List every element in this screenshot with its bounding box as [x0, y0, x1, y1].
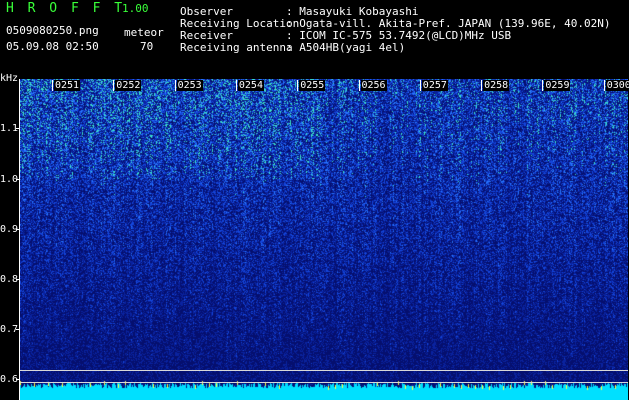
- frequency-tick: [16, 379, 20, 380]
- time-tick: [481, 80, 483, 91]
- time-tick: [297, 80, 299, 91]
- app-version: 1.00: [122, 2, 149, 15]
- time-label: 0255: [299, 80, 326, 91]
- time-tick: [52, 80, 53, 91]
- frequency-tick: [16, 329, 20, 330]
- time-tick: [603, 80, 605, 91]
- detection-label: meteor: [124, 26, 164, 39]
- spectrogram-canvas[interactable]: [20, 79, 628, 400]
- time-label: 0251: [54, 80, 81, 91]
- info-antenna-label: Receiving antenna: [180, 41, 293, 54]
- time-label: 0300: [605, 80, 629, 91]
- reference-line-lower: [20, 382, 628, 383]
- time-label: 0257: [421, 80, 448, 91]
- info-antenna-value: : A504HB(yagi 4el): [286, 41, 406, 54]
- time-tick: [235, 80, 237, 91]
- time-label: 0259: [544, 80, 571, 91]
- spectrogram-area[interactable]: [20, 79, 628, 400]
- time-tick: [113, 80, 115, 91]
- time-tick: [419, 80, 421, 91]
- time-tick: [542, 80, 544, 91]
- frequency-tick: [16, 279, 20, 280]
- frequency-tick: [16, 229, 20, 230]
- time-label: 0256: [360, 80, 387, 91]
- time-label: 0254: [237, 80, 264, 91]
- frequency-tick: [16, 179, 20, 180]
- frequency-tick: [16, 128, 20, 129]
- time-label: 0252: [115, 80, 142, 91]
- file-name: 0509080250.png: [6, 24, 99, 37]
- file-datetime: 05.09.08 02:50: [6, 40, 99, 53]
- time-label: 0258: [483, 80, 510, 91]
- detection-count: 70: [140, 40, 154, 53]
- time-tick: [358, 80, 360, 91]
- app-title: H R O F F T: [6, 1, 126, 16]
- reference-line-upper: [20, 370, 628, 371]
- time-tick: [174, 80, 176, 91]
- frequency-unit: kHz: [0, 73, 19, 84]
- time-label: 0253: [176, 80, 203, 91]
